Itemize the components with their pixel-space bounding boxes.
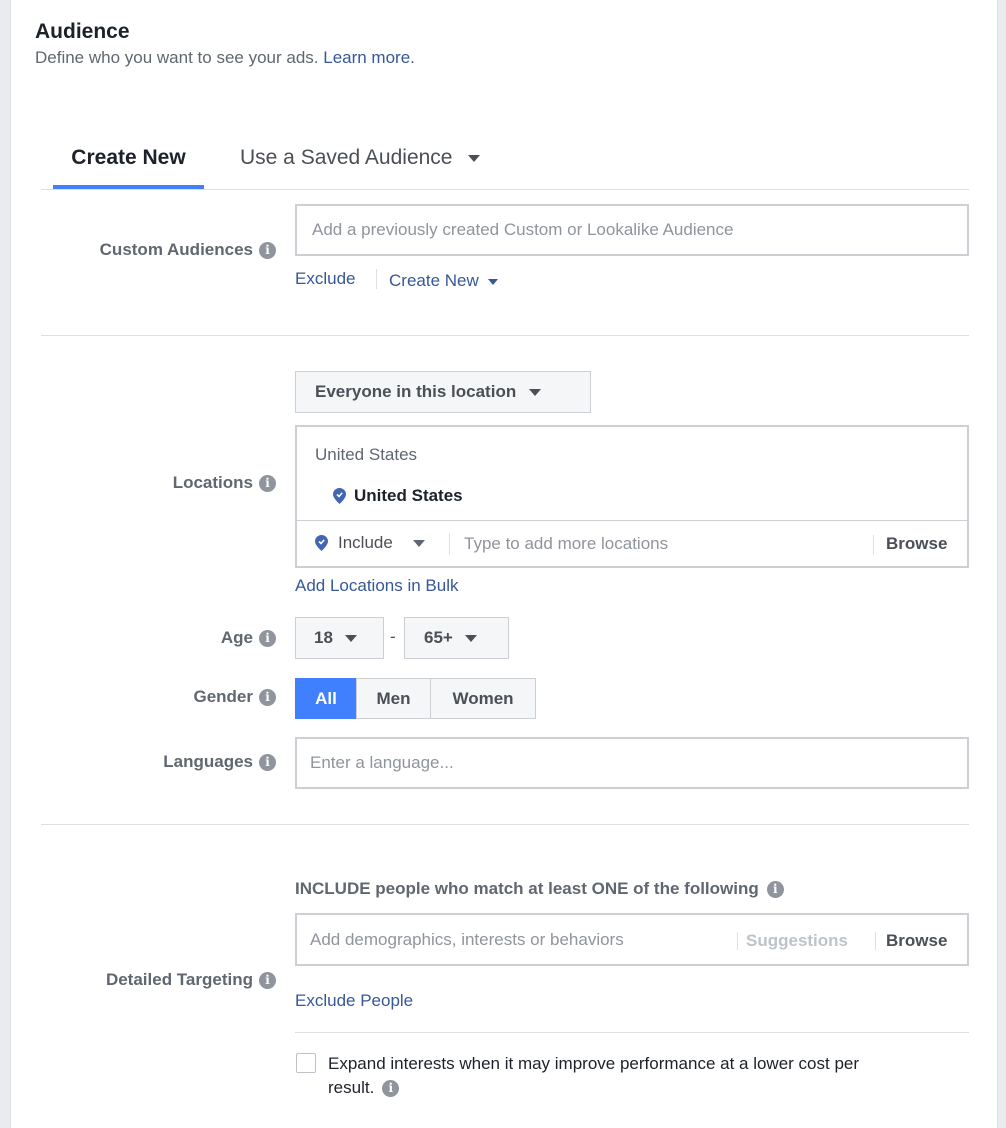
detailed-targeting-placeholder: Add demographics, interests or behaviors xyxy=(310,930,624,949)
section-subtitle: Define who you want to see your ads. Lea… xyxy=(35,48,415,68)
add-location-input[interactable]: Type to add more locations xyxy=(464,534,668,554)
caret-down-icon xyxy=(468,154,481,162)
gender-men-button[interactable]: Men xyxy=(356,678,431,719)
expand-interests-line2: result. xyxy=(328,1078,375,1097)
custom-audience-placeholder: Add a previously created Custom or Looka… xyxy=(312,220,734,239)
age-separator: - xyxy=(390,627,396,646)
caret-down-icon xyxy=(529,388,542,396)
expand-interests-line1: Expand interests when it may improve per… xyxy=(328,1054,860,1073)
section-divider xyxy=(41,335,969,336)
gender-women-button[interactable]: Women xyxy=(430,678,536,719)
custom-audiences-label-row: Custom Audiences i xyxy=(41,240,276,260)
locations-inner-divider xyxy=(297,520,967,521)
targeting-divider xyxy=(295,1032,969,1033)
caret-down-icon xyxy=(412,539,425,547)
tabs-divider xyxy=(41,189,969,190)
selected-location[interactable]: United States xyxy=(333,486,463,506)
suggestions-separator xyxy=(737,932,738,950)
info-icon[interactable]: i xyxy=(259,629,276,647)
info-icon[interactable]: i xyxy=(259,241,276,259)
gender-label: Gender xyxy=(193,687,253,706)
age-label: Age xyxy=(220,628,253,647)
custom-audience-input[interactable]: Add a previously created Custom or Looka… xyxy=(295,204,969,256)
audience-panel: Audience Define who you want to see your… xyxy=(10,0,998,1128)
suggestions-button[interactable]: Suggestions xyxy=(746,931,848,951)
detailed-targeting-label: Detailed Targeting xyxy=(105,970,253,989)
learn-more-link[interactable]: Learn more. xyxy=(323,48,415,67)
include-heading: INCLUDE people who match at least ONE of… xyxy=(295,879,759,898)
gender-all-button[interactable]: All xyxy=(295,678,357,719)
age-min-dropdown[interactable]: 18 xyxy=(295,617,384,659)
add-locations-bulk-link[interactable]: Add Locations in Bulk xyxy=(295,576,459,596)
custom-audiences-label: Custom Audiences xyxy=(99,240,253,259)
browse-separator xyxy=(873,535,874,555)
subtitle-text: Define who you want to see your ads. xyxy=(35,48,319,67)
age-label-row: Age i xyxy=(41,628,276,648)
languages-label: Languages xyxy=(163,752,253,771)
locations-browse-button[interactable]: Browse xyxy=(886,534,947,554)
link-separator xyxy=(376,269,377,289)
caret-down-icon xyxy=(487,278,498,285)
caret-down-icon xyxy=(464,634,477,642)
exclude-people-link[interactable]: Exclude People xyxy=(295,991,413,1011)
age-max-value: 65+ xyxy=(424,628,453,647)
location-group-heading: United States xyxy=(315,445,418,464)
locations-label-row: Locations i xyxy=(41,473,276,493)
create-new-label: Create New xyxy=(389,271,479,290)
exclude-link[interactable]: Exclude xyxy=(295,269,355,289)
info-icon[interactable]: i xyxy=(259,753,276,771)
info-icon[interactable]: i xyxy=(382,1079,400,1097)
info-icon[interactable]: i xyxy=(766,880,784,898)
section-title: Audience xyxy=(35,20,130,43)
location-scope-label: Everyone in this location xyxy=(315,382,517,401)
tab-saved-audience-label: Use a Saved Audience xyxy=(240,146,453,169)
location-scope-dropdown[interactable]: Everyone in this location xyxy=(295,371,591,413)
browse-separator xyxy=(875,932,876,950)
expand-interests-line2-row: result. i xyxy=(328,1076,859,1100)
detailed-targeting-input[interactable]: Add demographics, interests or behaviors… xyxy=(295,913,969,966)
tab-create-new[interactable]: Create New xyxy=(53,146,204,189)
info-icon[interactable]: i xyxy=(259,688,276,706)
detailed-targeting-label-row: Detailed Targeting i xyxy=(41,970,276,990)
caret-down-icon xyxy=(344,634,357,642)
include-separator xyxy=(449,533,450,555)
include-dropdown[interactable]: Include xyxy=(315,533,425,553)
info-icon[interactable]: i xyxy=(259,474,276,492)
locations-label: Locations xyxy=(172,473,253,492)
expand-interests-text: Expand interests when it may improve per… xyxy=(328,1052,859,1100)
info-icon[interactable]: i xyxy=(259,971,276,989)
include-heading-row: INCLUDE people who match at least ONE of… xyxy=(295,879,784,899)
age-min-value: 18 xyxy=(314,628,333,647)
age-max-dropdown[interactable]: 65+ xyxy=(404,617,509,659)
tab-saved-audience[interactable]: Use a Saved Audience xyxy=(240,146,481,189)
location-pin-icon xyxy=(333,488,346,504)
selected-location-label: United States xyxy=(354,486,463,505)
include-label: Include xyxy=(338,533,393,552)
gender-label-row: Gender i xyxy=(41,687,276,707)
language-input[interactable]: Enter a language... xyxy=(295,737,969,789)
locations-box: United States United States Include Type… xyxy=(295,425,969,568)
targeting-browse-button[interactable]: Browse xyxy=(886,931,947,951)
language-placeholder: Enter a language... xyxy=(310,753,454,772)
section-divider xyxy=(41,824,969,825)
location-pin-icon xyxy=(315,535,328,551)
languages-label-row: Languages i xyxy=(41,752,276,772)
create-new-dropdown[interactable]: Create New xyxy=(389,271,498,291)
expand-interests-checkbox[interactable] xyxy=(296,1053,316,1073)
